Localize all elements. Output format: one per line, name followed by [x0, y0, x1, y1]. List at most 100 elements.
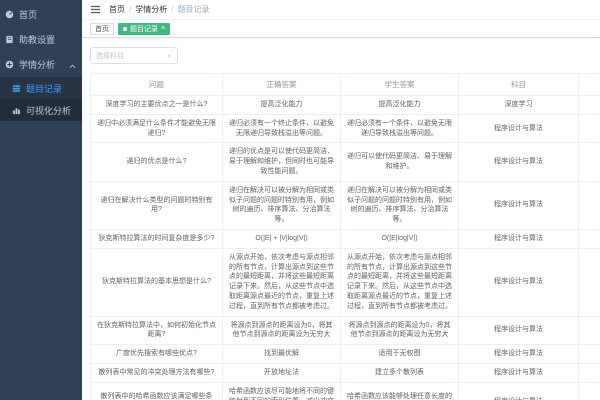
tab-home[interactable]: 首页: [90, 23, 114, 35]
sidebar-item-question-records[interactable]: 题目记录: [0, 77, 82, 99]
question-cell: 深度学习的主要优点之一是什么?: [91, 96, 223, 115]
app-window: 首页 助教设置 学情分析 题目记录: [0, 0, 600, 400]
student-answer-cell: 建立多个散列表: [341, 363, 459, 382]
subject-cell: 程序设计与算法: [459, 143, 579, 181]
question-cell: 散列表中常见的冲突处理方法有哪些?: [91, 363, 223, 382]
breadcrumb-item-analysis[interactable]: 学情分析: [135, 4, 167, 15]
question-cell: 递归中必须满足什么条件才能避免无限递归?: [91, 114, 223, 143]
table-row: 狄克斯特拉算法的基本思想是什么?从源点开始，依次考虑与源点相邻的所有节点，计算出…: [91, 248, 600, 316]
question-cell: 狄克斯特拉算法的基本思想是什么?: [91, 248, 223, 316]
table-row: 递归中必须满足什么条件才能避免无限递归?递归必须有一个终止条件，以避免无限递归导…: [91, 114, 600, 143]
question-cell: 散列表中的哈希函数应该满足哪些条件?: [91, 382, 223, 400]
table-row: 递归在解决什么类型的问题时特别有用?递归在解决可以被分解为相同或类似子问题的问题…: [91, 181, 600, 229]
subject-cell: 程序设计与算法: [459, 316, 579, 345]
empty-cell: [579, 114, 600, 143]
correct-answer-cell: 将源点到源点的距离设为0，将其他节点到源点的距离设为无穷大: [223, 316, 341, 345]
sidebar: 首页 助教设置 学情分析 题目记录: [0, 0, 82, 400]
table-row: 散列表中的哈希函数应该满足哪些条件?哈希函数应该尽可能地将不同的键映射到不同的索…: [91, 382, 600, 400]
breadcrumb-item-records: 题目记录: [177, 4, 209, 15]
hamburger-icon[interactable]: [90, 4, 101, 15]
list-icon: [11, 83, 21, 93]
tab-question-records[interactable]: 题目记录 ×: [118, 23, 170, 35]
column-header-question: 问题: [91, 74, 223, 96]
chevron-down-icon: ∨: [167, 52, 172, 58]
sidebar-item-home[interactable]: 首页: [0, 2, 82, 27]
dashboard-icon: [4, 10, 14, 20]
sidebar-item-learning-analysis[interactable]: 学情分析: [0, 52, 82, 77]
sidebar-item-label: 首页: [19, 8, 37, 21]
content-area: 选择科目 ∨ 问题 正确答案 学生答案 科目 深度学习的主要优点之一是什么?提高…: [82, 38, 600, 400]
close-icon[interactable]: ×: [161, 25, 165, 32]
subject-cell: 程序设计与算法: [459, 114, 579, 143]
tags-view-bar: 首页 题目记录 ×: [82, 20, 600, 38]
breadcrumb-separator: /: [129, 5, 131, 14]
subject-select[interactable]: 选择科目 ∨: [90, 47, 178, 64]
correct-answer-cell: 哈希函数应该尽可能地将不同的键映射到不同的索引位置，减少冲突的概率。: [223, 382, 341, 400]
tab-label: 题目记录: [130, 24, 158, 34]
sidebar-item-label: 学情分析: [19, 58, 55, 71]
breadcrumb: 首页 / 学情分析 / 题目记录: [109, 4, 209, 15]
table-body: 深度学习的主要优点之一是什么?提高泛化能力提高泛化能力深度学习递归中必须满足什么…: [91, 96, 600, 400]
question-cell: 递归在解决什么类型的问题时特别有用?: [91, 181, 223, 229]
student-answer-cell: 将源点到源点的距离设为0，将其他节点到源点的距离设为无穷大: [341, 316, 459, 345]
sidebar-submenu: 题目记录 可视化分析: [0, 77, 82, 121]
sidebar-item-visual-analysis[interactable]: 可视化分析: [0, 99, 82, 121]
sidebar-item-label: 可视化分析: [26, 104, 71, 117]
column-header-subject: 科目: [459, 74, 579, 96]
column-header-empty: [579, 74, 600, 96]
empty-cell: [579, 248, 600, 316]
column-header-student-answer: 学生答案: [341, 74, 459, 96]
bar-chart-icon: [11, 105, 21, 115]
correct-answer-cell: 开放地址法: [223, 363, 341, 382]
correct-answer-cell: 递归必须有一个终止条件，以避免无限递归导致栈溢出等问题。: [223, 114, 341, 143]
correct-answer-cell: 从源点开始，依次考虑与源点相邻的所有节点，计算出源点到这些节点的最短距离，并将这…: [223, 248, 341, 316]
column-header-correct-answer: 正确答案: [223, 74, 341, 96]
sidebar-item-label: 题目记录: [26, 82, 62, 95]
empty-cell: [579, 229, 600, 248]
student-answer-cell: 递归在解决可以被分解为相同或类似子问题的问题时特别有用，例如树的遍历、排序算法、…: [341, 181, 459, 229]
table-row: 深度学习的主要优点之一是什么?提高泛化能力提高泛化能力深度学习: [91, 96, 600, 115]
subject-cell: 深度学习: [459, 96, 579, 115]
student-answer-cell: 递归可以使代码更简洁、易于理解和维护。: [341, 143, 459, 181]
table-row: 散列表中常见的冲突处理方法有哪些?开放地址法建立多个散列表程序设计与算法: [91, 363, 600, 382]
student-answer-cell: 哈希函数应该能够处理任意长度的键，并且不会受到键值的限制。: [341, 382, 459, 400]
correct-answer-cell: 递归在解决可以被分解为相同或类似子问题的问题时特别有用，例如树的遍历、排序算法、…: [223, 181, 341, 229]
subject-cell: 程序设计与算法: [459, 382, 579, 400]
student-answer-cell: 递归必须有一个条件，以避免无限递归导致栈溢出等问题。: [341, 114, 459, 143]
student-answer-cell: O(|E|log|V|): [341, 229, 459, 248]
chevron-up-icon: [69, 61, 76, 71]
subject-cell: 程序设计与算法: [459, 181, 579, 229]
main-area: 首页 / 学情分析 / 题目记录 首页 题目记录 × 选择科目 ∨: [82, 0, 600, 400]
correct-answer-cell: 提高泛化能力: [223, 96, 341, 115]
table-row: 广度优先搜索有哪些优点?找到最优解适用于无权图程序设计与算法: [91, 345, 600, 364]
student-answer-cell: 从源点开始，依次考虑与源点相邻的所有节点，计算出源点到这些节点的最短距离，并将这…: [341, 248, 459, 316]
top-navbar: 首页 / 学情分析 / 题目记录: [82, 0, 600, 20]
empty-cell: [579, 316, 600, 345]
breadcrumb-item-home[interactable]: 首页: [109, 4, 125, 15]
subject-cell: 程序设计与算法: [459, 229, 579, 248]
table-row: 在狄克斯特拉算法中，如何初始化节点距离?将源点到源点的距离设为0，将其他节点到源…: [91, 316, 600, 345]
question-cell: 在狄克斯特拉算法中，如何初始化节点距离?: [91, 316, 223, 345]
question-records-table: 问题 正确答案 学生答案 科目 深度学习的主要优点之一是什么?提高泛化能力提高泛…: [90, 73, 600, 400]
sidebar-item-label: 助教设置: [19, 33, 55, 46]
empty-cell: [579, 181, 600, 229]
table-row: 递归的优点是什么?递归的优点是可以使代码更简洁、易于理解和维护，但同时也可能导致…: [91, 143, 600, 181]
empty-cell: [579, 382, 600, 400]
sidebar-item-ta-settings[interactable]: 助教设置: [0, 27, 82, 52]
subject-select-placeholder: 选择科目: [96, 51, 124, 61]
table-header-row: 问题 正确答案 学生答案 科目: [91, 74, 600, 96]
subject-cell: 程序设计与算法: [459, 363, 579, 382]
active-tab-dot: [123, 27, 127, 31]
student-answer-cell: 适用于无权图: [341, 345, 459, 364]
circle-plus-icon: [4, 60, 14, 70]
book-icon: [4, 35, 14, 45]
subject-cell: 程序设计与算法: [459, 248, 579, 316]
empty-cell: [579, 345, 600, 364]
tab-label: 首页: [95, 24, 109, 34]
empty-cell: [579, 96, 600, 115]
student-answer-cell: 提高泛化能力: [341, 96, 459, 115]
question-cell: 递归的优点是什么?: [91, 143, 223, 181]
subject-cell: 程序设计与算法: [459, 345, 579, 364]
table-row: 狄克斯特拉算法的时间复杂度是多少?O(|E| + |V|log|V|)O(|E|…: [91, 229, 600, 248]
correct-answer-cell: 递归的优点是可以使代码更简洁、易于理解和维护，但同时也可能导致性能问题。: [223, 143, 341, 181]
